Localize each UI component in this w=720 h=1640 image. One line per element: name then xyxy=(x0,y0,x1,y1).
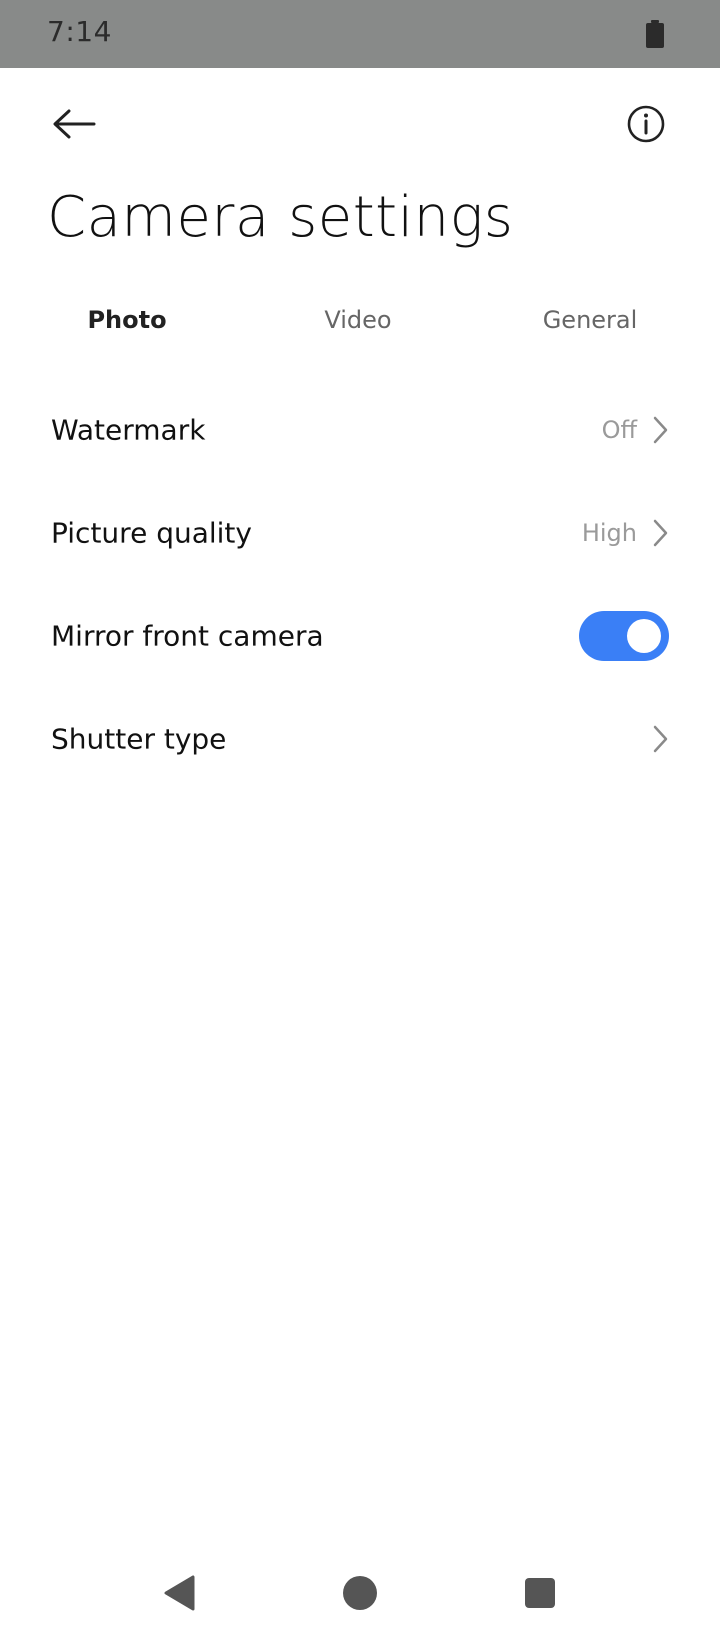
nav-back-button[interactable] xyxy=(140,1545,220,1640)
status-bar: 7:14 xyxy=(0,0,720,68)
info-button[interactable] xyxy=(620,94,672,154)
triangle-back-icon xyxy=(164,1575,195,1610)
mirror-front-camera-toggle[interactable] xyxy=(579,611,669,661)
top-app-bar xyxy=(0,68,720,168)
setting-picture-quality[interactable]: Picture quality High xyxy=(0,483,720,583)
setting-value: Off xyxy=(601,416,637,444)
setting-label: Watermark xyxy=(51,413,206,447)
tab-photo[interactable]: Photo xyxy=(7,288,247,352)
square-recents-icon xyxy=(525,1577,555,1608)
chevron-right-icon xyxy=(653,519,668,547)
system-nav-bar xyxy=(0,1545,720,1640)
setting-watermark[interactable]: Watermark Off xyxy=(0,380,720,480)
status-time: 7:14 xyxy=(47,15,112,48)
nav-home-button[interactable] xyxy=(320,1545,400,1640)
back-button[interactable] xyxy=(44,94,104,154)
toggle-knob xyxy=(627,619,661,653)
info-circle-icon xyxy=(627,105,665,143)
setting-label: Picture quality xyxy=(51,516,252,550)
circle-home-icon xyxy=(343,1575,377,1610)
setting-value: High xyxy=(581,519,637,547)
chevron-right-icon xyxy=(653,416,668,444)
nav-recents-button[interactable] xyxy=(500,1545,580,1640)
tab-video[interactable]: Video xyxy=(238,288,478,352)
chevron-right-icon xyxy=(653,725,668,753)
page-title: Camera settings xyxy=(47,185,514,250)
tab-bar: Photo Video General xyxy=(0,288,720,352)
setting-label: Shutter type xyxy=(51,722,227,756)
setting-shutter-type[interactable]: Shutter type xyxy=(0,689,720,789)
tab-general[interactable]: General xyxy=(470,288,710,352)
setting-mirror-front-camera: Mirror front camera xyxy=(0,586,720,686)
arrow-left-icon xyxy=(53,109,96,139)
battery-full-icon xyxy=(646,20,664,48)
setting-label: Mirror front camera xyxy=(51,619,324,653)
